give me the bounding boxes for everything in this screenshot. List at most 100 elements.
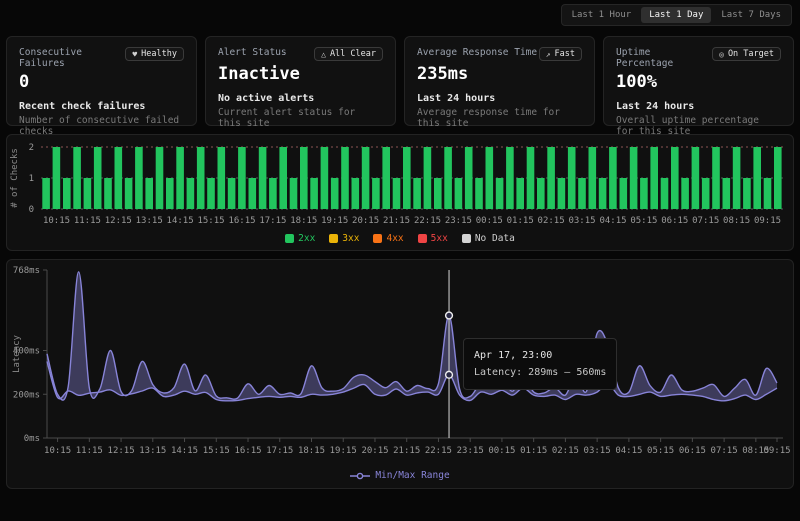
latency-tooltip: Apr 17, 23:00 Latency: 289ms – 560ms [463, 338, 617, 390]
svg-text:00:15: 00:15 [476, 216, 503, 226]
svg-text:18:15: 18:15 [290, 216, 317, 226]
svg-text:03:15: 03:15 [568, 216, 595, 226]
card-subtitle: No active alerts [218, 93, 383, 104]
status-badge: △ All Clear [314, 47, 383, 61]
svg-text:01:15: 01:15 [507, 216, 534, 226]
legend-item-2xx: 2xx [285, 233, 315, 244]
svg-text:13:15: 13:15 [136, 216, 163, 226]
svg-text:06:15: 06:15 [661, 216, 688, 226]
legend-label: No Data [475, 233, 515, 244]
svg-text:05:15: 05:15 [647, 446, 674, 456]
svg-text:21:15: 21:15 [383, 216, 410, 226]
svg-text:22:15: 22:15 [425, 446, 452, 456]
legend-swatch-3xx [329, 234, 338, 243]
range-button-7-days[interactable]: Last 7 Days [713, 7, 789, 23]
checks-chart-legend: 2xx 3xx 4xx 5xx No Data [7, 231, 793, 250]
badge-label: Healthy [141, 49, 177, 59]
svg-text:13:15: 13:15 [139, 446, 166, 456]
card-description: Average response time for this site [417, 107, 582, 129]
svg-text:00:15: 00:15 [488, 446, 515, 456]
heart-icon: ♥ [132, 50, 137, 59]
svg-text:06:15: 06:15 [679, 446, 706, 456]
svg-text:02:15: 02:15 [538, 216, 565, 226]
latency-chart-panel: 0ms200ms400ms768msLatency10:1511:1512:15… [6, 259, 794, 489]
latency-area-chart[interactable]: 0ms200ms400ms768msLatency10:1511:1512:15… [7, 260, 793, 468]
legend-swatch-4xx [373, 234, 382, 243]
svg-text:15:15: 15:15 [203, 446, 230, 456]
range-button-1-hour[interactable]: Last 1 Hour [564, 7, 640, 23]
card-alert-status: Alert Status △ All Clear Inactive No act… [205, 36, 396, 126]
svg-text:04:15: 04:15 [615, 446, 642, 456]
checks-bar-chart[interactable]: 210# of Checks10:1511:1512:1513:1514:151… [7, 135, 793, 231]
stat-cards-row: Consecutive Failures ♥ Healthy 0 Recent … [6, 36, 794, 126]
card-title: Consecutive Failures [19, 47, 125, 69]
card-uptime-percentage: Uptime Percentage ◎ On Target 100% Last … [603, 36, 794, 126]
status-badge: ♥ Healthy [125, 47, 184, 61]
svg-text:09:15: 09:15 [763, 446, 790, 456]
legend-item-3xx: 3xx [329, 233, 359, 244]
status-badge: ◎ On Target [712, 47, 781, 61]
card-value: Inactive [218, 64, 383, 84]
svg-text:# of Checks: # of Checks [10, 148, 20, 208]
legend-item-4xx: 4xx [373, 233, 403, 244]
card-subtitle: Last 24 hours [417, 93, 582, 104]
svg-text:11:15: 11:15 [76, 446, 103, 456]
checks-chart-panel: 210# of Checks10:1511:1512:1513:1514:151… [6, 134, 794, 251]
svg-text:10:15: 10:15 [43, 216, 70, 226]
card-value: 235ms [417, 64, 582, 84]
trend-up-icon: ↗ [546, 50, 551, 59]
card-title: Alert Status [218, 47, 287, 58]
svg-text:Latency: Latency [12, 334, 22, 373]
latency-legend-label: Min/Max Range [375, 470, 449, 481]
card-average-response-time: Average Response Time ↗ Fast 235ms Last … [404, 36, 595, 126]
svg-text:01:15: 01:15 [520, 446, 547, 456]
card-subtitle: Recent check failures [19, 101, 184, 112]
svg-text:16:15: 16:15 [228, 216, 255, 226]
tooltip-value: Latency: 289ms – 560ms [474, 364, 606, 381]
card-value: 100% [616, 72, 781, 92]
svg-text:05:15: 05:15 [630, 216, 657, 226]
top-bar: Last 1 Hour Last 1 Day Last 7 Days [0, 0, 800, 30]
svg-text:15:15: 15:15 [197, 216, 224, 226]
legend-item-nodata: No Data [462, 233, 515, 244]
svg-text:12:15: 12:15 [108, 446, 135, 456]
legend-item-5xx: 5xx [418, 233, 448, 244]
svg-text:12:15: 12:15 [105, 216, 132, 226]
legend-swatch-2xx [285, 234, 294, 243]
card-description: Current alert status for this site [218, 107, 383, 129]
tooltip-title: Apr 17, 23:00 [474, 347, 606, 364]
svg-text:19:15: 19:15 [321, 216, 348, 226]
minmax-range-marker-icon [350, 472, 370, 480]
legend-label: 5xx [431, 233, 448, 244]
svg-text:02:15: 02:15 [552, 446, 579, 456]
svg-text:03:15: 03:15 [584, 446, 611, 456]
svg-text:16:15: 16:15 [234, 446, 261, 456]
badge-label: Fast [555, 49, 575, 59]
card-value: 0 [19, 72, 184, 92]
svg-text:2: 2 [29, 143, 34, 153]
bell-icon: △ [321, 50, 326, 59]
legend-swatch-5xx [418, 234, 427, 243]
svg-text:23:15: 23:15 [445, 216, 472, 226]
card-title: Uptime Percentage [616, 47, 712, 69]
svg-text:09:15: 09:15 [754, 216, 781, 226]
legend-label: 4xx [386, 233, 403, 244]
range-button-1-day[interactable]: Last 1 Day [641, 7, 711, 23]
svg-text:768ms: 768ms [13, 266, 40, 276]
svg-text:14:15: 14:15 [171, 446, 198, 456]
svg-text:23:15: 23:15 [457, 446, 484, 456]
legend-swatch-nodata [462, 234, 471, 243]
svg-text:19:15: 19:15 [330, 446, 357, 456]
legend-label: 2xx [298, 233, 315, 244]
svg-text:14:15: 14:15 [167, 216, 194, 226]
legend-label: 3xx [342, 233, 359, 244]
svg-text:200ms: 200ms [13, 390, 40, 400]
status-badge: ↗ Fast [539, 47, 582, 61]
svg-text:18:15: 18:15 [298, 446, 325, 456]
card-title: Average Response Time [417, 47, 537, 58]
svg-text:17:15: 17:15 [259, 216, 286, 226]
svg-text:07:15: 07:15 [711, 446, 738, 456]
svg-text:0: 0 [29, 205, 34, 215]
badge-label: All Clear [330, 49, 376, 59]
svg-text:0ms: 0ms [24, 434, 40, 444]
